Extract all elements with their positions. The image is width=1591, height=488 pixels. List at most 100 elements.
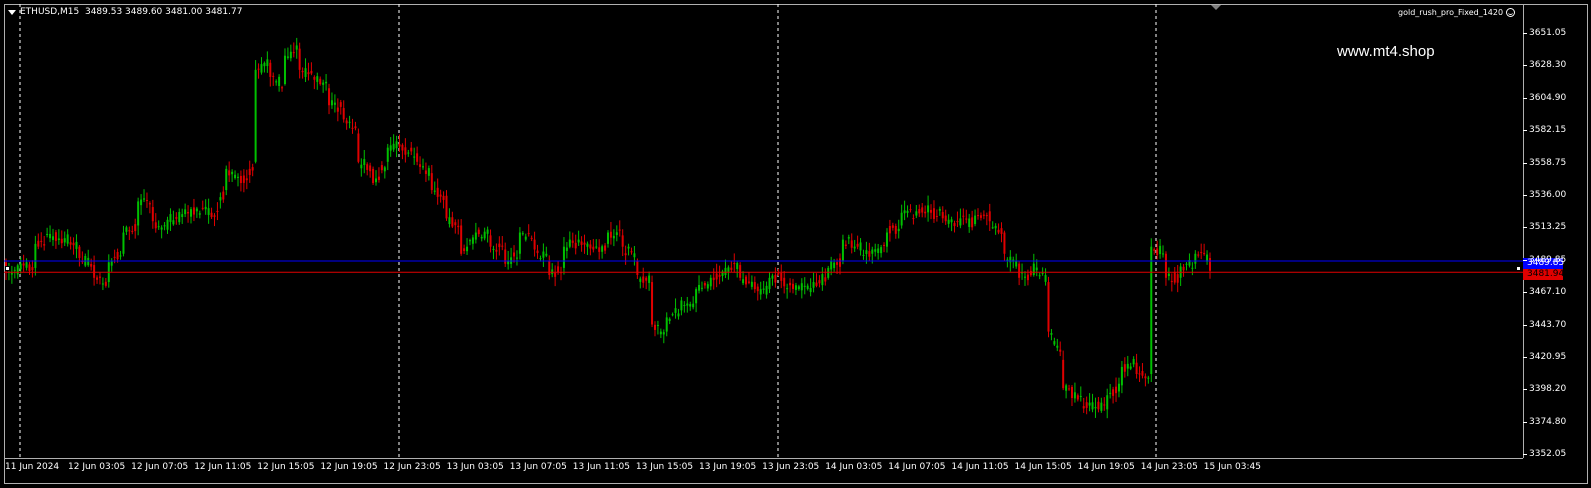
bear-candle — [844, 244, 847, 246]
bear-candle — [477, 229, 480, 235]
bear-candle — [154, 222, 157, 229]
bull-candle — [66, 234, 69, 244]
bull-candle — [668, 318, 671, 322]
bull-candle — [692, 303, 695, 308]
bull-candle — [172, 220, 175, 225]
bull-candle — [859, 242, 862, 251]
bull-candle — [1191, 267, 1194, 269]
bull-candle — [727, 267, 730, 272]
bear-candle — [774, 274, 777, 283]
bear-candle — [527, 233, 530, 235]
bull-candle — [1162, 253, 1165, 255]
bull-candle — [607, 232, 609, 244]
bull-candle — [448, 217, 451, 225]
bull-candle — [389, 145, 392, 151]
bear-candle — [941, 212, 944, 219]
bear-candle — [982, 214, 985, 216]
bear-candle — [836, 262, 839, 265]
bull-candle — [1129, 366, 1132, 369]
bear-candle — [439, 194, 442, 197]
bear-candle — [985, 215, 988, 217]
bull-candle — [375, 178, 378, 183]
bear-candle — [838, 258, 841, 267]
bear-candle — [932, 208, 935, 219]
bear-candle — [548, 260, 551, 275]
bull-candle — [648, 275, 651, 283]
bull-candle — [286, 56, 289, 58]
bear-candle — [1059, 349, 1062, 352]
bull-candle — [263, 62, 266, 67]
bull-candle — [521, 233, 524, 235]
chart-plot-area[interactable] — [4, 4, 1523, 458]
bull-candle — [122, 232, 125, 254]
bear-candle — [574, 242, 577, 249]
bull-candle — [809, 288, 812, 293]
expert-smiley-icon[interactable] — [1506, 8, 1515, 17]
bear-candle — [28, 264, 31, 272]
bear-candle — [366, 164, 369, 170]
bear-candle — [210, 212, 213, 217]
indicator-name: gold_rush_pro_Fixed_1420 — [1398, 8, 1504, 17]
watermark-text: www.mt4.shop — [1337, 43, 1435, 60]
bull-candle — [10, 273, 13, 275]
bull-candle — [1167, 273, 1170, 277]
bear-candle — [712, 277, 715, 281]
bear-candle — [1097, 401, 1100, 410]
bull-candle — [1150, 246, 1153, 375]
bear-candle — [1103, 404, 1106, 406]
symbol-menu-arrow-icon[interactable] — [8, 10, 16, 15]
bull-candle — [1132, 359, 1135, 365]
bear-candle — [489, 235, 492, 247]
bull-candle — [474, 232, 477, 240]
bear-candle — [251, 167, 254, 171]
bull-candle — [283, 55, 286, 85]
price-tick-mark — [1523, 195, 1527, 196]
bear-candle — [733, 263, 736, 265]
bull-candle — [119, 255, 122, 257]
bull-candle — [709, 277, 712, 287]
bull-candle — [671, 314, 674, 316]
bear-candle — [354, 126, 357, 129]
bull-candle — [736, 263, 739, 270]
left-line-marker[interactable] — [5, 266, 10, 271]
bear-candle — [43, 244, 46, 246]
bear-candle — [1176, 274, 1179, 283]
chart-shift-marker-icon[interactable] — [1211, 5, 1221, 10]
bear-candle — [730, 267, 733, 270]
bull-candle — [413, 156, 416, 158]
bull-candle — [615, 232, 618, 236]
bear-candle — [410, 147, 413, 152]
bull-candle — [360, 164, 363, 169]
time-tick-label: 12 Jun 19:05 — [320, 462, 378, 472]
bear-candle — [380, 165, 383, 171]
bull-candle — [947, 219, 950, 224]
bear-candle — [351, 127, 354, 129]
bear-candle — [1082, 406, 1085, 409]
bear-candle — [40, 240, 43, 242]
bear-candle — [739, 265, 742, 278]
bull-candle — [1100, 402, 1103, 411]
bull-candle — [695, 289, 698, 304]
right-line-marker[interactable] — [1516, 266, 1521, 271]
bear-candle — [592, 246, 595, 250]
bear-candle — [298, 48, 301, 70]
bear-candle — [445, 195, 448, 219]
bear-candle — [1123, 364, 1126, 372]
price-tick-label: 3352.05 — [1529, 449, 1567, 460]
bear-candle — [134, 224, 137, 232]
bear-candle — [1144, 376, 1147, 379]
time-tick-label: 15 Jun 03:45 — [1203, 462, 1261, 472]
bear-candle — [31, 267, 34, 271]
bear-candle — [145, 199, 148, 201]
bear-candle — [310, 70, 313, 74]
bull-candle — [959, 218, 962, 226]
bull-candle — [386, 147, 389, 162]
bear-candle — [1026, 274, 1029, 281]
price-tick-label: 3558.75 — [1529, 157, 1567, 168]
bear-candle — [98, 276, 101, 278]
bull-candle — [797, 286, 800, 290]
bear-candle — [571, 240, 574, 243]
bear-candle — [451, 217, 454, 227]
bull-candle — [1194, 253, 1197, 264]
bear-candle — [248, 168, 251, 175]
